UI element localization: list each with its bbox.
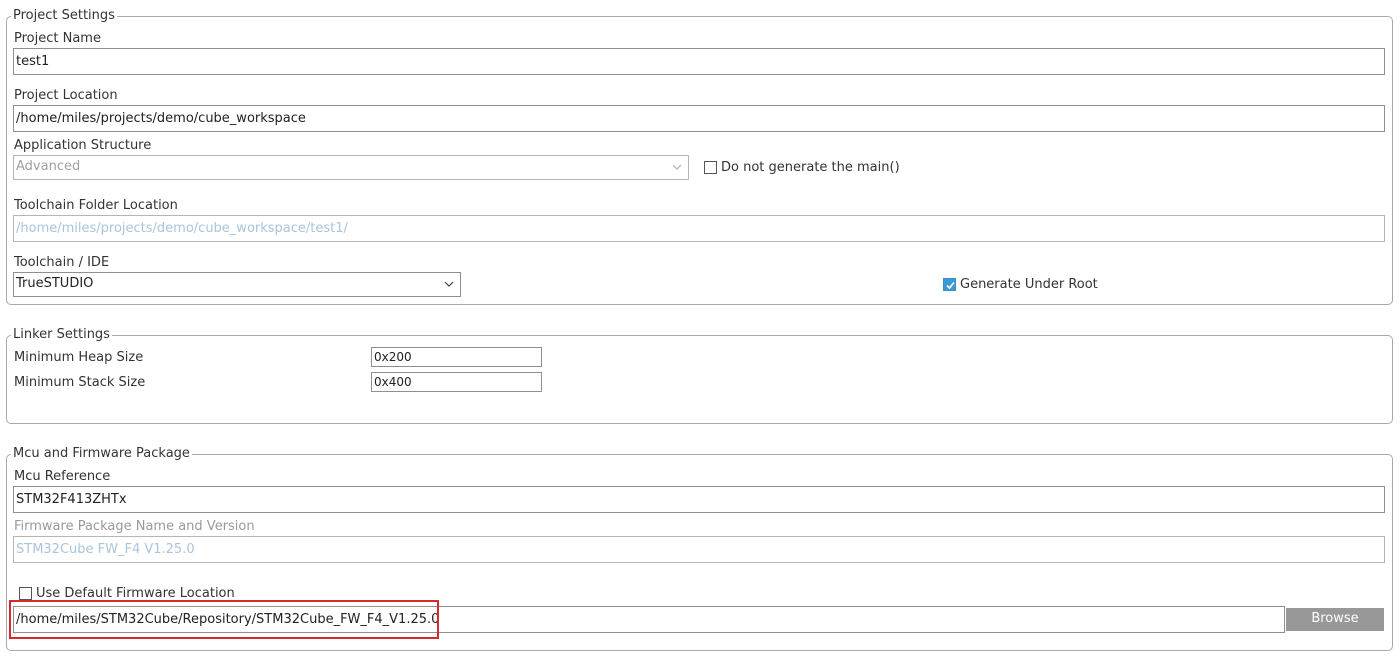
use-default-firmware-checkbox[interactable] xyxy=(19,587,32,600)
do-not-generate-main-label: Do not generate the main() xyxy=(721,160,900,175)
firmware-location-input[interactable] xyxy=(13,606,1285,633)
use-default-firmware-label: Use Default Firmware Location xyxy=(36,586,235,601)
min-stack-size-label: Minimum Stack Size xyxy=(14,375,146,390)
checkmark-icon xyxy=(946,281,955,290)
chevron-down-icon xyxy=(672,164,682,170)
browse-button[interactable]: Browse xyxy=(1286,608,1384,631)
firmware-package-input[interactable] xyxy=(13,536,1385,563)
linker-settings-legend: Linker Settings xyxy=(11,327,112,343)
min-heap-size-label: Minimum Heap Size xyxy=(14,350,144,365)
chevron-down-icon xyxy=(444,281,454,287)
generate-under-root-label: Generate Under Root xyxy=(960,277,1098,292)
project-name-input[interactable] xyxy=(13,48,1385,75)
project-name-label: Project Name xyxy=(14,31,101,46)
firmware-package-label: Firmware Package Name and Version xyxy=(14,519,255,534)
toolchain-ide-select[interactable]: TrueSTUDIO xyxy=(13,272,461,297)
mcu-reference-input[interactable] xyxy=(13,486,1385,513)
project-settings-legend: Project Settings xyxy=(11,8,117,24)
mcu-reference-label: Mcu Reference xyxy=(14,469,111,484)
do-not-generate-main-checkbox[interactable] xyxy=(704,161,717,174)
toolchain-ide-label: Toolchain / IDE xyxy=(14,255,110,270)
toolchain-ide-value: TrueSTUDIO xyxy=(16,276,94,291)
min-stack-size-input[interactable] xyxy=(371,372,542,392)
project-location-input[interactable] xyxy=(13,105,1385,132)
mcu-firmware-legend: Mcu and Firmware Package xyxy=(11,446,192,462)
min-heap-size-input[interactable] xyxy=(371,347,542,367)
project-location-label: Project Location xyxy=(14,88,118,103)
application-structure-select[interactable]: Advanced xyxy=(13,155,689,180)
application-structure-label: Application Structure xyxy=(14,138,152,153)
toolchain-folder-label: Toolchain Folder Location xyxy=(14,198,178,213)
application-structure-value: Advanced xyxy=(16,159,81,174)
generate-under-root-checkbox[interactable] xyxy=(943,278,956,291)
toolchain-folder-input[interactable] xyxy=(13,215,1385,242)
linker-settings-group: Linker Settings xyxy=(6,327,1393,424)
